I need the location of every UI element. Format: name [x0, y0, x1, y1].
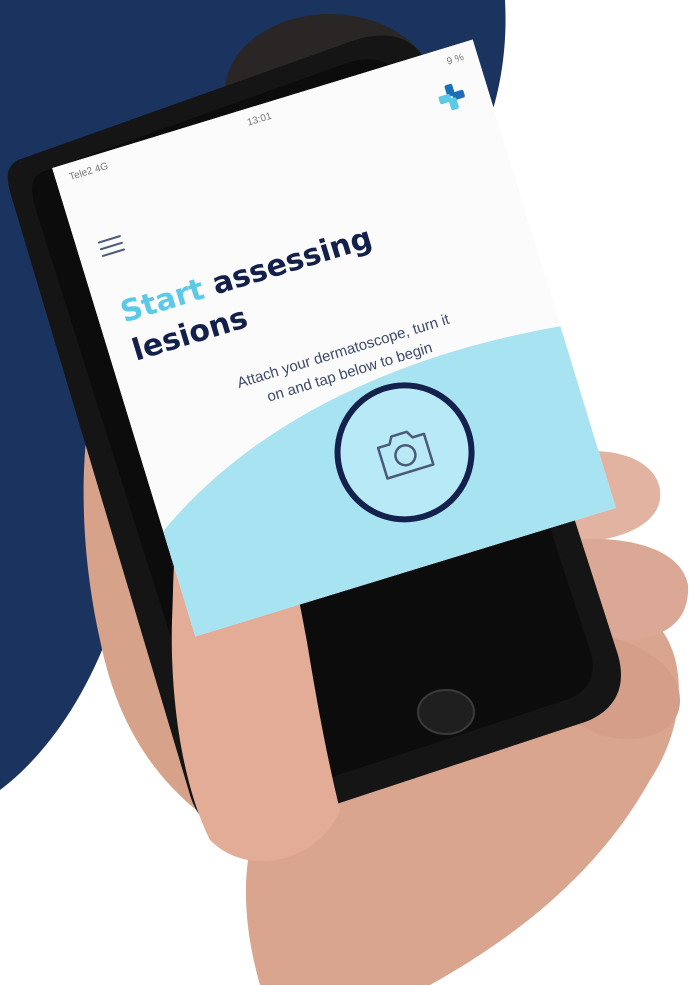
home-button	[417, 689, 475, 735]
status-carrier: Tele2 4G	[68, 160, 110, 184]
status-battery: 9 %	[445, 52, 466, 68]
camera-icon	[376, 430, 435, 480]
status-time: 13:01	[245, 110, 274, 129]
brand-cross-logo-icon	[438, 83, 465, 111]
headline-rest: assessing	[208, 220, 377, 303]
hamburger-menu-icon[interactable]	[97, 234, 126, 259]
